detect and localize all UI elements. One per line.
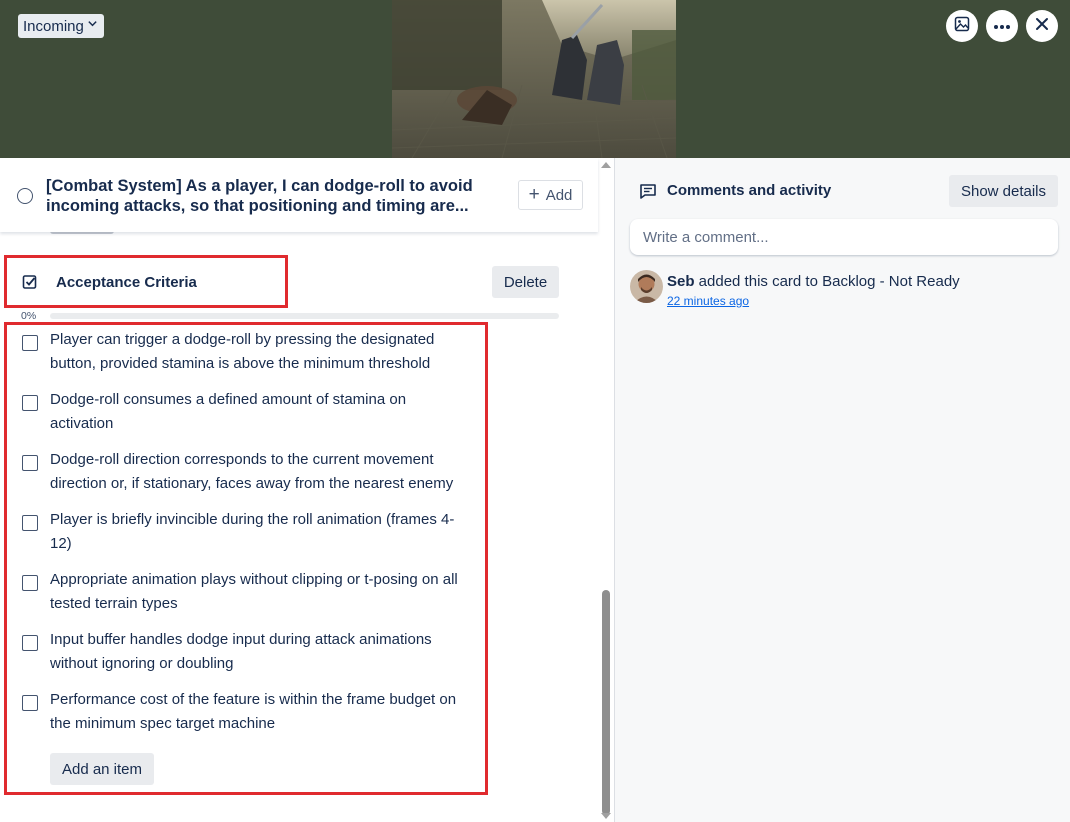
more-horizontal-icon (993, 17, 1011, 35)
activity-panel (614, 158, 1070, 822)
scroll-up-icon[interactable] (601, 162, 611, 168)
checklist-item-line: Appropriate animation plays without clip… (50, 571, 458, 588)
image-icon (954, 16, 970, 37)
checklist-icon (21, 273, 39, 291)
activity-action: added this card to Backlog - Not Ready (694, 273, 960, 290)
more-actions-button[interactable] (986, 10, 1018, 42)
mark-complete-toggle[interactable] (17, 188, 33, 204)
card-title[interactable]: [Combat System] As a player, I can dodge… (46, 176, 476, 216)
add-button[interactable]: + Add (518, 180, 583, 210)
checklist-item-line: Dodge-roll consumes a defined amount of … (50, 391, 407, 408)
checklist-item[interactable]: Dodge-roll direction corresponds to the … (0, 451, 480, 515)
card-cover: Incoming (0, 0, 1070, 158)
delete-checklist-button[interactable]: Delete (492, 266, 559, 298)
add-checklist-item-button[interactable]: Add an item (50, 753, 154, 785)
checklist-title[interactable]: Acceptance Criteria (56, 274, 197, 291)
avatar[interactable] (630, 270, 663, 303)
checklist-item-line: Player is briefly invincible during the … (50, 511, 455, 528)
cover-image[interactable] (392, 0, 676, 158)
checklist-item-line: tested terrain types (50, 595, 178, 612)
checklist-item-checkbox[interactable] (22, 575, 38, 591)
checklist-item-line: without ignoring or doubling (50, 655, 234, 672)
checklist-item-text[interactable]: Dodge-roll consumes a defined amount of … (50, 388, 470, 436)
checklist-item[interactable]: Player is briefly invincible during the … (0, 511, 480, 575)
checklist-item-line: activation (50, 415, 114, 432)
checklist-item-checkbox[interactable] (22, 695, 38, 711)
checklist-item-checkbox[interactable] (22, 515, 38, 531)
checklist-item-line: 12) (50, 535, 72, 552)
checklist-item-line: Performance cost of the feature is withi… (50, 691, 457, 708)
checklist-item-text[interactable]: Player can trigger a dodge-roll by press… (50, 328, 470, 376)
close-button[interactable] (1026, 10, 1058, 42)
checklist-progress-percent: 0% (21, 310, 37, 322)
checklist-item[interactable]: Input buffer handles dodge input during … (0, 631, 480, 695)
comment-input[interactable]: Write a comment... (630, 219, 1058, 255)
checklist-item-line: Input buffer handles dodge input during … (50, 631, 432, 648)
comment-icon (639, 183, 657, 199)
checklist-item-checkbox[interactable] (22, 335, 38, 351)
checklist-item-text[interactable]: Dodge-roll direction corresponds to the … (50, 448, 470, 496)
show-details-button[interactable]: Show details (949, 175, 1058, 207)
checklist-progress-bar (50, 313, 559, 319)
checklist-item-checkbox[interactable] (22, 635, 38, 651)
list-dropdown[interactable]: Incoming (18, 14, 104, 38)
scroll-down-icon[interactable] (601, 813, 611, 819)
checklist-item-line: button, provided stamina is above the mi… (50, 355, 431, 372)
chevron-down-icon (87, 18, 98, 32)
checklist-item-checkbox[interactable] (22, 455, 38, 471)
cover-button[interactable] (946, 10, 978, 42)
checklist-item-line: Dodge-roll direction corresponds to the … (50, 451, 434, 468)
checklist-item-text[interactable]: Input buffer handles dodge input during … (50, 628, 470, 676)
scrollbar-thumb[interactable] (602, 590, 610, 815)
checklist-item-line: Player can trigger a dodge-roll by press… (50, 331, 435, 348)
card-title-bar: [Combat System] As a player, I can dodge… (0, 158, 598, 232)
checklist-item-line: direction or, if stationary, faces away … (50, 475, 454, 492)
close-icon (1035, 17, 1049, 36)
checklist-item-line: the minimum spec target machine (50, 715, 276, 732)
checklist-item-text[interactable]: Appropriate animation plays without clip… (50, 568, 470, 616)
checklist-item[interactable]: Dodge-roll consumes a defined amount of … (0, 391, 480, 455)
checklist-item-text[interactable]: Player is briefly invincible during the … (50, 508, 470, 556)
add-button-label: Add (545, 186, 573, 204)
card-title-line: [Combat System] As a player, I can dodge… (46, 177, 473, 195)
checklist-item[interactable]: Performance cost of the feature is withi… (0, 691, 480, 755)
activity-title: Comments and activity (667, 182, 832, 199)
checklist-item[interactable]: Player can trigger a dodge-roll by press… (0, 331, 480, 395)
checklist-item-checkbox[interactable] (22, 395, 38, 411)
list-name: Incoming (23, 17, 84, 35)
activity-timestamp-link[interactable]: 22 minutes ago (667, 294, 749, 308)
checklist-item-text[interactable]: Performance cost of the feature is withi… (50, 688, 470, 736)
card-title-line: incoming attacks, so that positioning an… (46, 197, 469, 215)
cover-game-scene (392, 0, 676, 158)
plus-icon: + (528, 183, 540, 205)
checklist-item[interactable]: Appropriate animation plays without clip… (0, 571, 480, 635)
activity-entry: Seb added this card to Backlog - Not Rea… (667, 273, 960, 290)
activity-user[interactable]: Seb (667, 273, 695, 290)
